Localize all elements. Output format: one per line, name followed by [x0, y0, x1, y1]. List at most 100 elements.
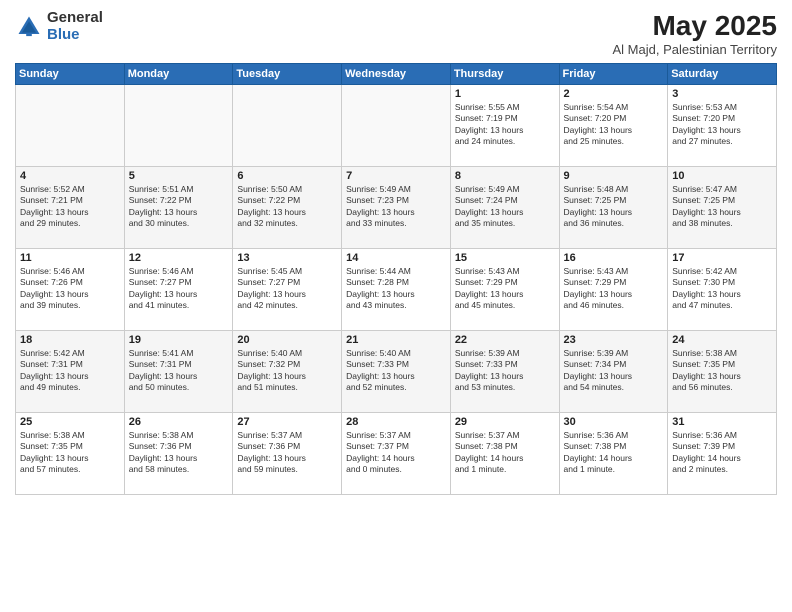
- day-info: Sunrise: 5:40 AM Sunset: 7:33 PM Dayligh…: [346, 348, 446, 394]
- day-info: Sunrise: 5:53 AM Sunset: 7:20 PM Dayligh…: [672, 102, 772, 148]
- day-info: Sunrise: 5:37 AM Sunset: 7:36 PM Dayligh…: [237, 430, 337, 476]
- col-wednesday: Wednesday: [342, 64, 451, 85]
- day-number: 17: [672, 252, 772, 264]
- day-info: Sunrise: 5:36 AM Sunset: 7:38 PM Dayligh…: [564, 430, 664, 476]
- calendar-cell: 15 Sunrise: 5:43 AM Sunset: 7:29 PM Dayli…: [450, 249, 559, 331]
- calendar-cell: [342, 85, 451, 167]
- logo: General Blue: [15, 10, 103, 43]
- col-saturday: Saturday: [668, 64, 777, 85]
- day-number: 9: [564, 170, 664, 182]
- calendar-cell: 10 Sunrise: 5:47 AM Sunset: 7:25 PM Dayli…: [668, 167, 777, 249]
- calendar-cell: 8 Sunrise: 5:49 AM Sunset: 7:24 PM Daylig…: [450, 167, 559, 249]
- day-info: Sunrise: 5:50 AM Sunset: 7:22 PM Dayligh…: [237, 184, 337, 230]
- day-info: Sunrise: 5:41 AM Sunset: 7:31 PM Dayligh…: [129, 348, 229, 394]
- calendar-week-1: 1 Sunrise: 5:55 AM Sunset: 7:19 PM Daylig…: [16, 85, 777, 167]
- calendar-cell: 27Sunrise: 5:37 AM Sunset: 7:36 PM Dayli…: [233, 413, 342, 495]
- day-number: 2: [564, 88, 664, 100]
- day-number: 12: [129, 252, 229, 264]
- calendar-cell: 5 Sunrise: 5:51 AM Sunset: 7:22 PM Daylig…: [124, 167, 233, 249]
- day-number: 20: [237, 334, 337, 346]
- day-info: Sunrise: 5:47 AM Sunset: 7:25 PM Dayligh…: [672, 184, 772, 230]
- col-tuesday: Tuesday: [233, 64, 342, 85]
- day-info: Sunrise: 5:46 AM Sunset: 7:27 PM Dayligh…: [129, 266, 229, 312]
- day-info: Sunrise: 5:54 AM Sunset: 7:20 PM Dayligh…: [564, 102, 664, 148]
- day-number: 16: [564, 252, 664, 264]
- day-number: 26: [129, 416, 229, 428]
- day-info: Sunrise: 5:39 AM Sunset: 7:33 PM Dayligh…: [455, 348, 555, 394]
- logo-icon: [15, 13, 43, 41]
- calendar-cell: 21 Sunrise: 5:40 AM Sunset: 7:33 PM Dayli…: [342, 331, 451, 413]
- day-number: 4: [20, 170, 120, 182]
- day-number: 24: [672, 334, 772, 346]
- day-number: 1: [455, 88, 555, 100]
- day-info: Sunrise: 5:38 AM Sunset: 7:35 PM Dayligh…: [672, 348, 772, 394]
- day-number: 14: [346, 252, 446, 264]
- day-info: Sunrise: 5:43 AM Sunset: 7:29 PM Dayligh…: [564, 266, 664, 312]
- day-info: Sunrise: 5:49 AM Sunset: 7:24 PM Dayligh…: [455, 184, 555, 230]
- calendar-week-4: 18 Sunrise: 5:42 AM Sunset: 7:31 PM Dayli…: [16, 331, 777, 413]
- calendar-cell: 18 Sunrise: 5:42 AM Sunset: 7:31 PM Dayli…: [16, 331, 125, 413]
- calendar-cell: [233, 85, 342, 167]
- calendar-week-5: 25 Sunrise: 5:38 AM Sunset: 7:35 PM Dayli…: [16, 413, 777, 495]
- day-number: 23: [564, 334, 664, 346]
- day-info: Sunrise: 5:49 AM Sunset: 7:23 PM Dayligh…: [346, 184, 446, 230]
- day-info: Sunrise: 5:36 AM Sunset: 7:39 PM Dayligh…: [672, 430, 772, 476]
- day-info: Sunrise: 5:51 AM Sunset: 7:22 PM Dayligh…: [129, 184, 229, 230]
- day-number: 21: [346, 334, 446, 346]
- calendar-cell: 6 Sunrise: 5:50 AM Sunset: 7:22 PM Daylig…: [233, 167, 342, 249]
- calendar-cell: 11 Sunrise: 5:46 AM Sunset: 7:26 PM Dayli…: [16, 249, 125, 331]
- calendar-cell: 9 Sunrise: 5:48 AM Sunset: 7:25 PM Daylig…: [559, 167, 668, 249]
- col-sunday: Sunday: [16, 64, 125, 85]
- day-number: 22: [455, 334, 555, 346]
- calendar-cell: 24 Sunrise: 5:38 AM Sunset: 7:35 PM Dayli…: [668, 331, 777, 413]
- day-number: 18: [20, 334, 120, 346]
- day-number: 8: [455, 170, 555, 182]
- calendar-cell: 1 Sunrise: 5:55 AM Sunset: 7:19 PM Daylig…: [450, 85, 559, 167]
- day-number: 11: [20, 252, 120, 264]
- day-info: Sunrise: 5:45 AM Sunset: 7:27 PM Dayligh…: [237, 266, 337, 312]
- day-info: Sunrise: 5:43 AM Sunset: 7:29 PM Dayligh…: [455, 266, 555, 312]
- logo-blue: Blue: [47, 27, 103, 44]
- day-number: 25: [20, 416, 120, 428]
- calendar-cell: 23 Sunrise: 5:39 AM Sunset: 7:34 PM Dayli…: [559, 331, 668, 413]
- col-monday: Monday: [124, 64, 233, 85]
- calendar-cell: 30Sunrise: 5:36 AM Sunset: 7:38 PM Dayli…: [559, 413, 668, 495]
- day-number: 10: [672, 170, 772, 182]
- day-info: Sunrise: 5:37 AM Sunset: 7:38 PM Dayligh…: [455, 430, 555, 476]
- day-info: Sunrise: 5:39 AM Sunset: 7:34 PM Dayligh…: [564, 348, 664, 394]
- calendar-cell: 14Sunrise: 5:44 AM Sunset: 7:28 PM Dayli…: [342, 249, 451, 331]
- logo-general: General: [47, 10, 103, 27]
- calendar-week-2: 4Sunrise: 5:52 AM Sunset: 7:21 PM Daylig…: [16, 167, 777, 249]
- calendar-table: Sunday Monday Tuesday Wednesday Thursday…: [15, 63, 777, 495]
- calendar-cell: 28 Sunrise: 5:37 AM Sunset: 7:37 PM Dayli…: [342, 413, 451, 495]
- day-info: Sunrise: 5:42 AM Sunset: 7:31 PM Dayligh…: [20, 348, 120, 394]
- day-info: Sunrise: 5:42 AM Sunset: 7:30 PM Dayligh…: [672, 266, 772, 312]
- calendar-cell: 13 Sunrise: 5:45 AM Sunset: 7:27 PM Dayli…: [233, 249, 342, 331]
- day-info: Sunrise: 5:48 AM Sunset: 7:25 PM Dayligh…: [564, 184, 664, 230]
- calendar-cell: 3Sunrise: 5:53 AM Sunset: 7:20 PM Daylig…: [668, 85, 777, 167]
- calendar-cell: 17 Sunrise: 5:42 AM Sunset: 7:30 PM Dayli…: [668, 249, 777, 331]
- day-number: 28: [346, 416, 446, 428]
- header: General Blue May 2025 Al Majd, Palestini…: [15, 10, 777, 57]
- day-number: 6: [237, 170, 337, 182]
- day-number: 31: [672, 416, 772, 428]
- calendar-cell: 29 Sunrise: 5:37 AM Sunset: 7:38 PM Dayli…: [450, 413, 559, 495]
- day-info: Sunrise: 5:38 AM Sunset: 7:35 PM Dayligh…: [20, 430, 120, 476]
- day-number: 15: [455, 252, 555, 264]
- day-number: 29: [455, 416, 555, 428]
- day-info: Sunrise: 5:38 AM Sunset: 7:36 PM Dayligh…: [129, 430, 229, 476]
- calendar-cell: [124, 85, 233, 167]
- day-info: Sunrise: 5:46 AM Sunset: 7:26 PM Dayligh…: [20, 266, 120, 312]
- day-info: Sunrise: 5:37 AM Sunset: 7:37 PM Dayligh…: [346, 430, 446, 476]
- calendar-cell: 31 Sunrise: 5:36 AM Sunset: 7:39 PM Dayli…: [668, 413, 777, 495]
- day-info: Sunrise: 5:40 AM Sunset: 7:32 PM Dayligh…: [237, 348, 337, 394]
- day-info: Sunrise: 5:55 AM Sunset: 7:19 PM Dayligh…: [455, 102, 555, 148]
- day-number: 19: [129, 334, 229, 346]
- day-number: 5: [129, 170, 229, 182]
- calendar-cell: 7 Sunrise: 5:49 AM Sunset: 7:23 PM Daylig…: [342, 167, 451, 249]
- calendar-cell: 16 Sunrise: 5:43 AM Sunset: 7:29 PM Dayli…: [559, 249, 668, 331]
- col-thursday: Thursday: [450, 64, 559, 85]
- day-number: 7: [346, 170, 446, 182]
- day-number: 13: [237, 252, 337, 264]
- calendar-subtitle: Al Majd, Palestinian Territory: [613, 42, 778, 57]
